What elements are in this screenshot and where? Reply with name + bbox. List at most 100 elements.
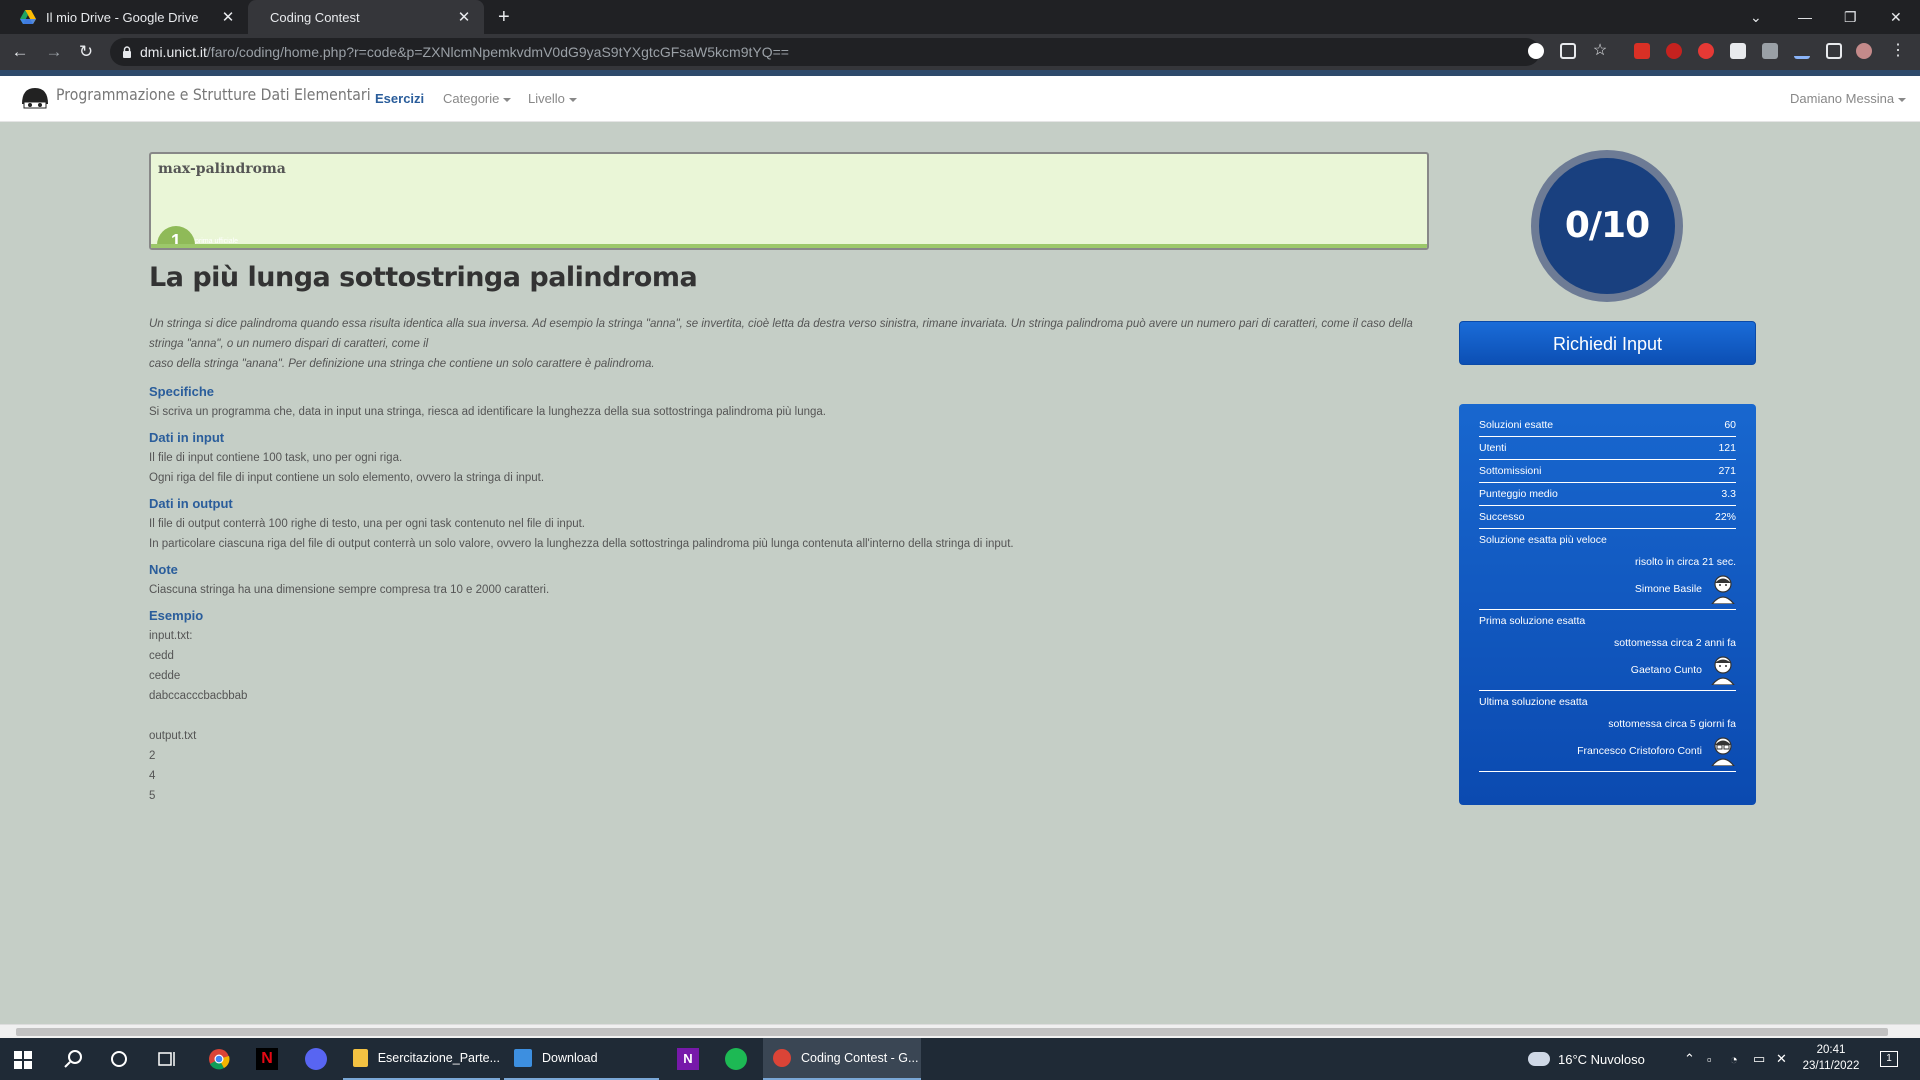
- last-solution-block: Ultima soluzione esatta sottomessa circa…: [1479, 691, 1736, 772]
- stat-row: Sottomissioni 271: [1479, 460, 1736, 483]
- netflix-icon[interactable]: N: [256, 1048, 278, 1070]
- example-line: output.txt: [149, 730, 197, 742]
- onenote-icon[interactable]: N: [677, 1048, 699, 1070]
- browser-toolbar: ← → ↻ dmi.unict.it/faro/coding/home.php?…: [0, 34, 1920, 70]
- taskbar-app-download[interactable]: Download: [504, 1038, 659, 1080]
- windows-taskbar: N Esercitazione_Parte... Download N Codi…: [0, 1038, 1920, 1080]
- close-tab-icon[interactable]: ✕: [456, 8, 472, 26]
- adblock-icon[interactable]: [1698, 43, 1714, 59]
- example-line: 2: [149, 750, 156, 762]
- close-window-icon[interactable]: ✕: [1890, 0, 1902, 34]
- user-name: Damiano Messina: [1790, 91, 1895, 106]
- tab-title: Il mio Drive - Google Drive: [46, 9, 199, 25]
- user-name[interactable]: Francesco Cristoforo Conti: [1577, 745, 1702, 757]
- task-progress-bar: [151, 244, 1427, 248]
- caret-down-icon: [1898, 97, 1907, 102]
- tab-coding-contest[interactable]: Coding Contest ✕: [248, 0, 484, 34]
- chrome-icon[interactable]: [208, 1048, 230, 1070]
- stat-label: Soluzioni esatte: [1479, 419, 1554, 431]
- side-panel-icon[interactable]: [1826, 43, 1842, 59]
- horizontal-scrollbar[interactable]: [0, 1024, 1920, 1038]
- taskbar-clock[interactable]: 20:41 23/11/2022: [1796, 1042, 1866, 1074]
- volume-muted-icon[interactable]: ✕: [1776, 1038, 1787, 1080]
- example-line: 5: [149, 790, 156, 802]
- tray-chevron-icon[interactable]: ⌃: [1684, 1038, 1695, 1080]
- caret-down-icon: [503, 97, 512, 102]
- download-icon[interactable]: [1794, 43, 1810, 59]
- folder-icon: [353, 1049, 368, 1067]
- spotify-icon[interactable]: [725, 1048, 747, 1070]
- user-menu-dropdown[interactable]: Damiano Messina: [1790, 91, 1907, 106]
- nav-livello-label: Livello: [528, 91, 565, 106]
- clock-time: 20:41: [1816, 1044, 1846, 1056]
- extension-tp-icon[interactable]: [1634, 43, 1650, 59]
- labs-icon[interactable]: [1762, 43, 1778, 59]
- taskbar-app-esercitazione[interactable]: Esercitazione_Parte...: [343, 1038, 500, 1080]
- request-input-button[interactable]: Richiedi Input: [1459, 321, 1756, 365]
- profile-avatar-icon[interactable]: [1856, 43, 1872, 59]
- search-icon[interactable]: [62, 1048, 84, 1070]
- close-tab-icon[interactable]: ✕: [220, 8, 236, 26]
- example-line: cedde: [149, 670, 181, 682]
- minimize-icon[interactable]: —: [1798, 0, 1812, 34]
- tab-search-icon[interactable]: ⌄: [1750, 0, 1762, 34]
- section-heading-input: Dati in input: [149, 430, 225, 445]
- windows-start-icon[interactable]: [14, 1051, 32, 1069]
- user-avatar-icon: [1711, 656, 1735, 685]
- task-description: Un stringa si dice palindroma quando ess…: [149, 314, 1429, 806]
- battery-icon[interactable]: ▭: [1753, 1038, 1765, 1080]
- example-line: cedd: [149, 650, 174, 662]
- share-icon[interactable]: [1560, 43, 1576, 59]
- score-circle: 0/10: [1531, 150, 1683, 302]
- section-text-note: Ciascuna stringa ha una dimensione sempr…: [149, 580, 1429, 600]
- section-text-specifiche: Si scriva un programma che, data in inpu…: [149, 402, 1429, 422]
- menu-kebab-icon[interactable]: ⋮: [1890, 43, 1906, 59]
- tab-google-drive[interactable]: Il mio Drive - Google Drive ✕: [8, 0, 248, 34]
- cortana-icon[interactable]: [108, 1048, 130, 1070]
- stat-row: Utenti 121: [1479, 437, 1736, 460]
- task-view-icon[interactable]: [156, 1048, 178, 1070]
- section-heading-output: Dati in output: [149, 496, 233, 511]
- example-block: input.txt: cedd cedde dabccacccbacbbab o…: [149, 626, 1429, 806]
- stat-label: Utenti: [1479, 442, 1507, 454]
- example-spacer: [149, 706, 1429, 726]
- google-icon[interactable]: [1528, 43, 1544, 59]
- url-host: dmi.unict.it: [140, 44, 207, 60]
- wifi-icon[interactable]: ◔: [1730, 1038, 1738, 1080]
- back-icon[interactable]: ←: [10, 42, 30, 62]
- bookmark-star-icon[interactable]: ☆: [1592, 43, 1608, 59]
- stat-label: Successo: [1479, 511, 1525, 523]
- site-brand[interactable]: Programmazione e Strutture Dati Elementa…: [56, 85, 371, 104]
- user-name[interactable]: Gaetano Cunto: [1631, 664, 1702, 676]
- user-name[interactable]: Simone Basile: [1635, 583, 1702, 595]
- taskbar-app-coding-contest[interactable]: Coding Contest - G...: [763, 1038, 921, 1080]
- highlight-user: Francesco Cristoforo Conti: [1479, 735, 1736, 767]
- text-line: Il file di output conterrà 100 righe di …: [149, 518, 586, 530]
- reload-icon[interactable]: ↻: [76, 42, 96, 62]
- nav-esercizi[interactable]: Esercizi: [375, 91, 424, 106]
- task-code: max-palindroma: [158, 161, 286, 177]
- restore-icon[interactable]: ❐: [1844, 0, 1857, 34]
- forward-icon[interactable]: →: [44, 42, 64, 62]
- first-solution-block: Prima soluzione esatta sottomessa circa …: [1479, 610, 1736, 691]
- chrome-icon: [773, 1049, 791, 1067]
- extensions-puzzle-icon[interactable]: [1730, 43, 1746, 59]
- extension-block-icon[interactable]: [1666, 43, 1682, 59]
- new-tab-icon[interactable]: +: [498, 6, 510, 29]
- url-path: /faro/coding/home.php?r=code&p=ZXNlcmNpe…: [206, 44, 789, 60]
- tray-device-icon[interactable]: ▫: [1707, 1038, 1712, 1080]
- weather-widget[interactable]: 16°C Nuvoloso: [1528, 1038, 1645, 1080]
- discord-icon[interactable]: [305, 1048, 327, 1070]
- scrollbar-thumb[interactable]: [16, 1028, 1888, 1036]
- nav-livello-dropdown[interactable]: Livello: [528, 91, 577, 106]
- stat-value: 60: [1724, 419, 1736, 431]
- clock-date: 23/11/2022: [1802, 1060, 1860, 1072]
- browser-tab-strip: Il mio Drive - Google Drive ✕ Coding Con…: [0, 0, 1920, 34]
- address-bar[interactable]: dmi.unict.it/faro/coding/home.php?r=code…: [110, 38, 1540, 66]
- stat-value: 271: [1718, 465, 1736, 477]
- task-header-box: max-palindroma 1 prima ufficiale: [149, 152, 1429, 250]
- stat-label: Sottomissioni: [1479, 465, 1542, 477]
- stat-row: Soluzioni esatte 60: [1479, 414, 1736, 437]
- notification-center-icon[interactable]: 1: [1880, 1038, 1898, 1080]
- nav-categorie-dropdown[interactable]: Categorie: [443, 91, 512, 106]
